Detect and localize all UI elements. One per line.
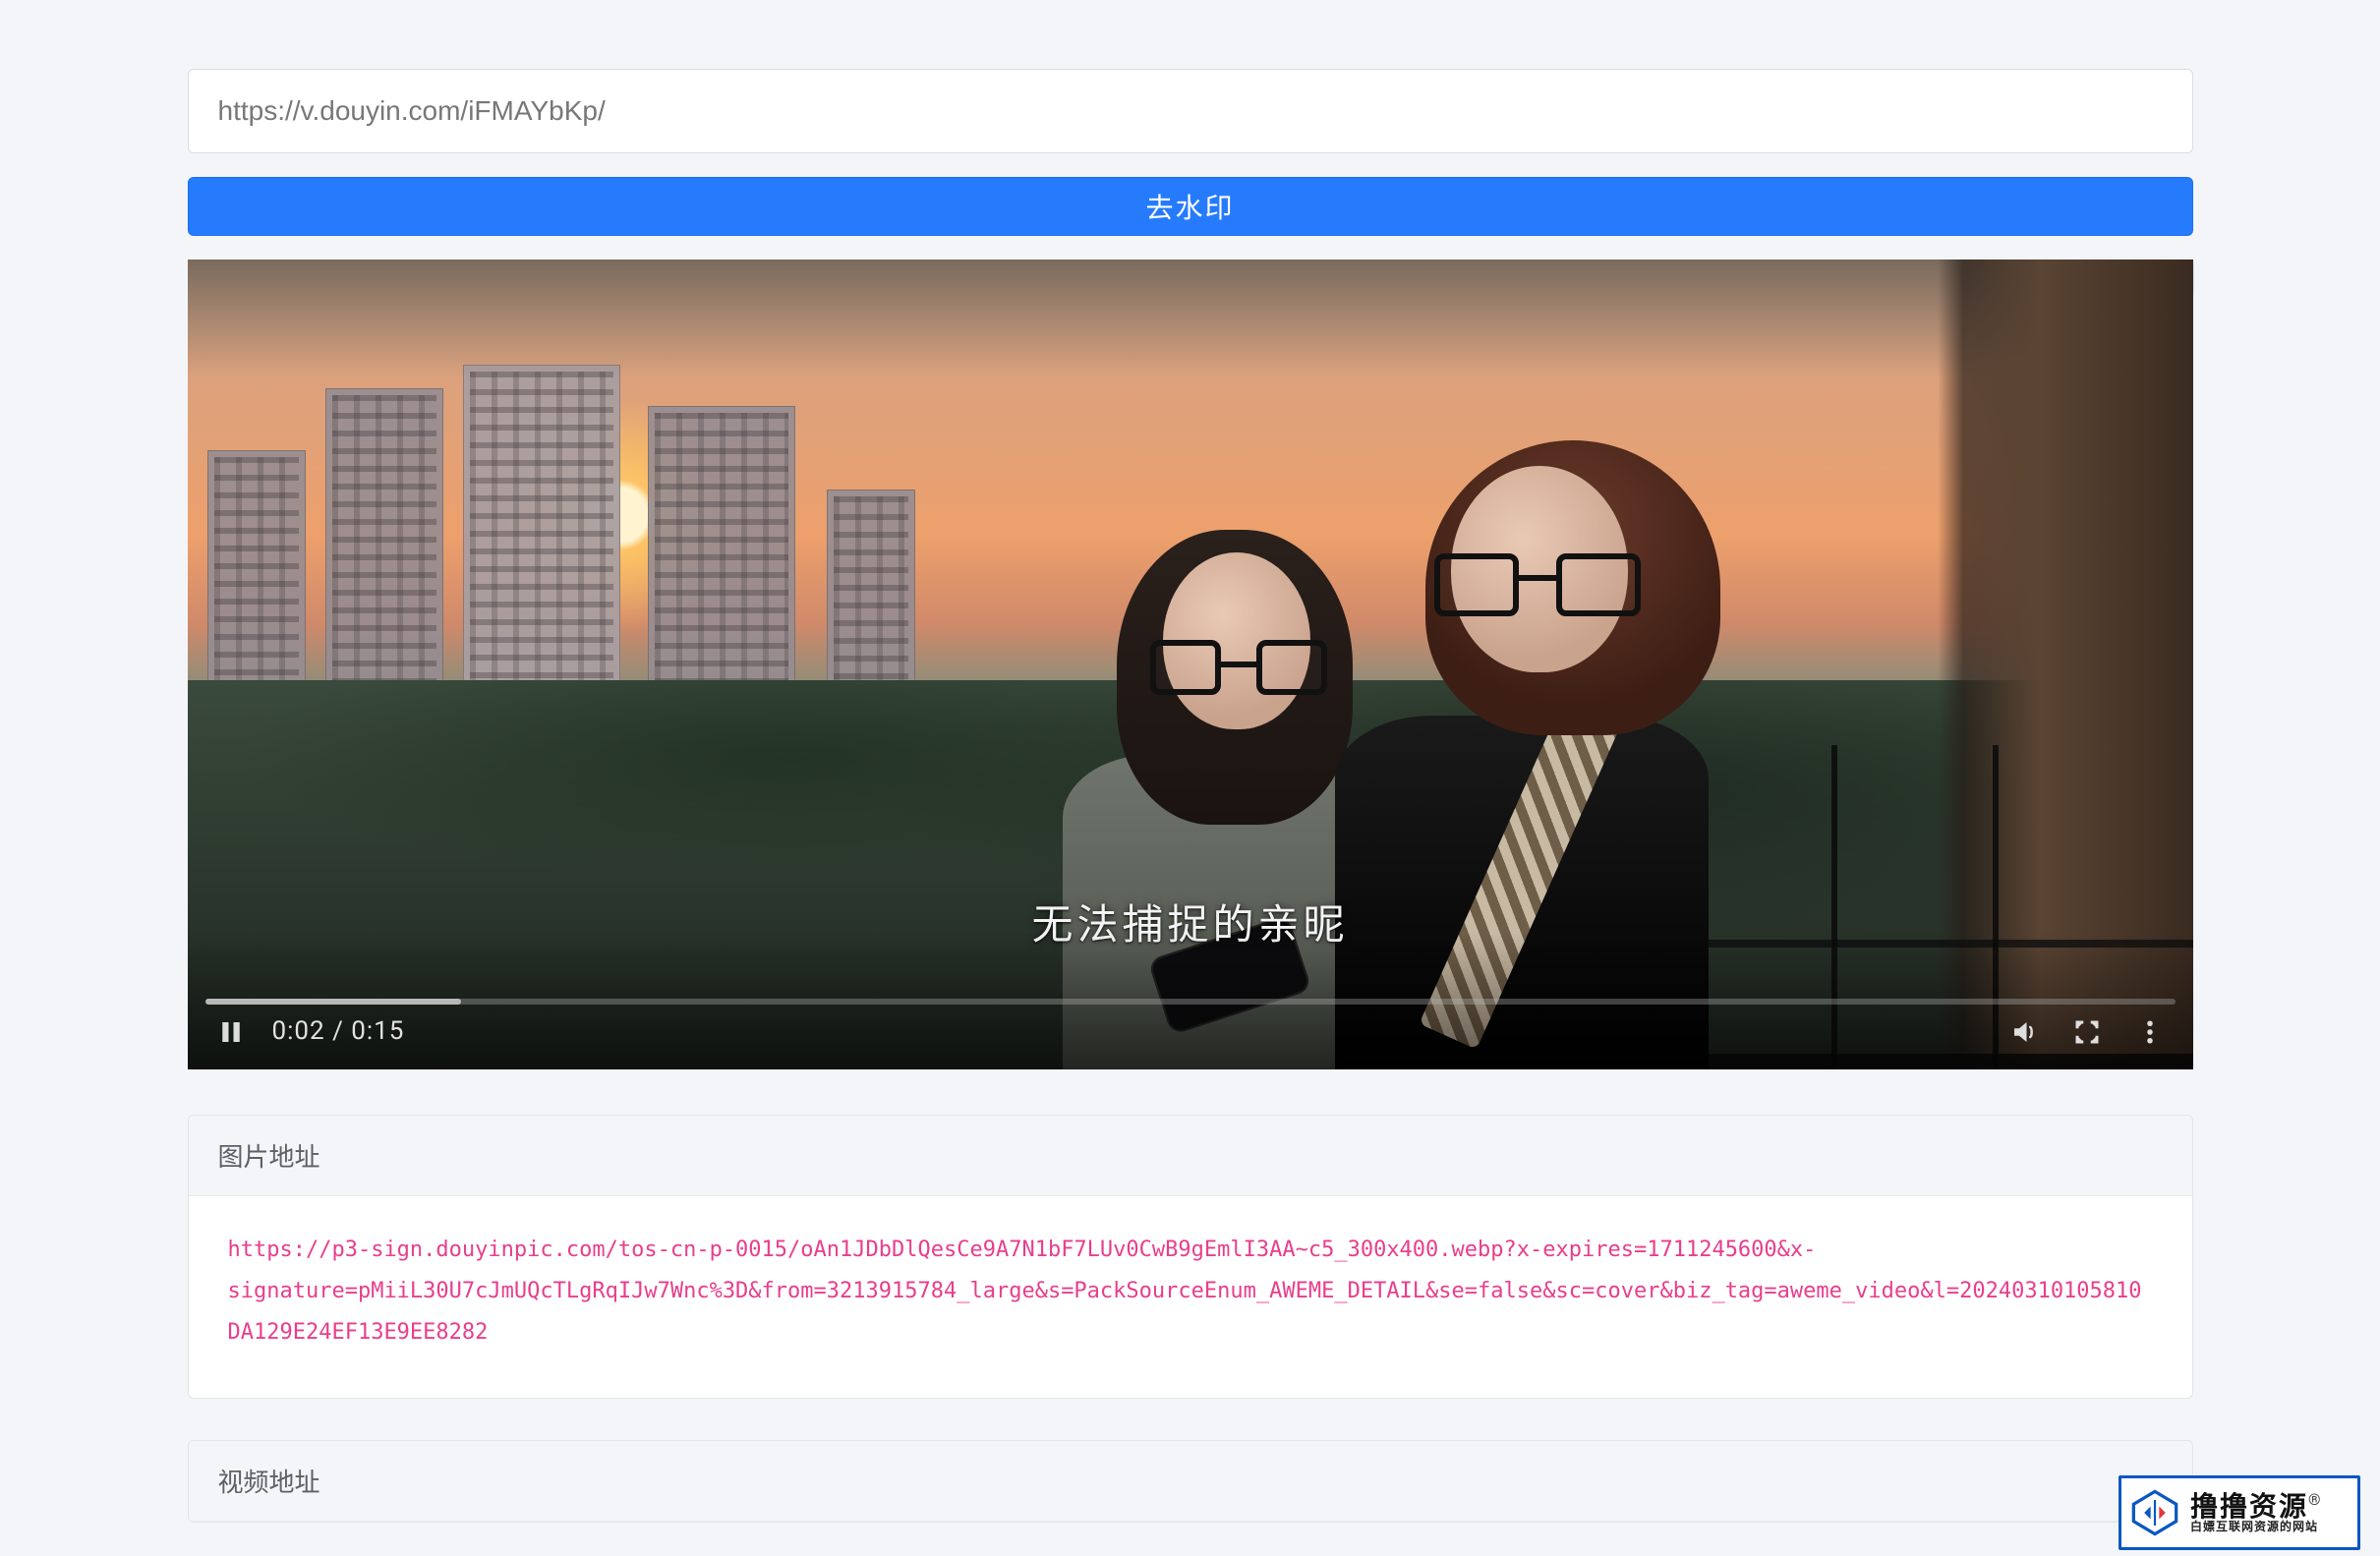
remove-watermark-button[interactable]: 去水印	[188, 177, 2193, 236]
video-url-card: 视频地址	[188, 1440, 2193, 1523]
image-url-card: 图片地址 https://p3-sign.douyinpic.com/tos-c…	[188, 1115, 2193, 1399]
brand-text: 撸撸资源® 白嫖互联网资源的网站	[2190, 1492, 2321, 1533]
brand-tagline: 白嫖互联网资源的网站	[2190, 1521, 2321, 1533]
image-url-card-title: 图片地址	[189, 1116, 2192, 1196]
image-url-link[interactable]: https://p3-sign.douyinpic.com/tos-cn-p-0…	[228, 1238, 2142, 1345]
brand-registered: ®	[2308, 1490, 2321, 1509]
video-area: 无法捕捉的亲昵 0:02 / 0:15	[188, 259, 2193, 1069]
video-controls: 0:02 / 0:15	[188, 932, 2193, 1069]
url-input[interactable]	[188, 69, 2193, 153]
more-icon[interactable]	[2122, 1005, 2177, 1060]
video-url-card-title: 视频地址	[189, 1441, 2192, 1522]
video-player[interactable]: 无法捕捉的亲昵 0:02 / 0:15	[188, 259, 2193, 1069]
pause-icon[interactable]	[203, 1005, 259, 1060]
fullscreen-icon[interactable]	[2060, 1005, 2115, 1060]
video-time-display: 0:02 / 0:15	[272, 1016, 405, 1046]
brand-badge[interactable]: 撸撸资源® 白嫖互联网资源的网站	[2119, 1475, 2360, 1550]
brand-name: 撸撸资源	[2190, 1490, 2308, 1523]
volume-icon[interactable]	[1997, 1005, 2052, 1060]
brand-logo-icon	[2129, 1487, 2180, 1538]
